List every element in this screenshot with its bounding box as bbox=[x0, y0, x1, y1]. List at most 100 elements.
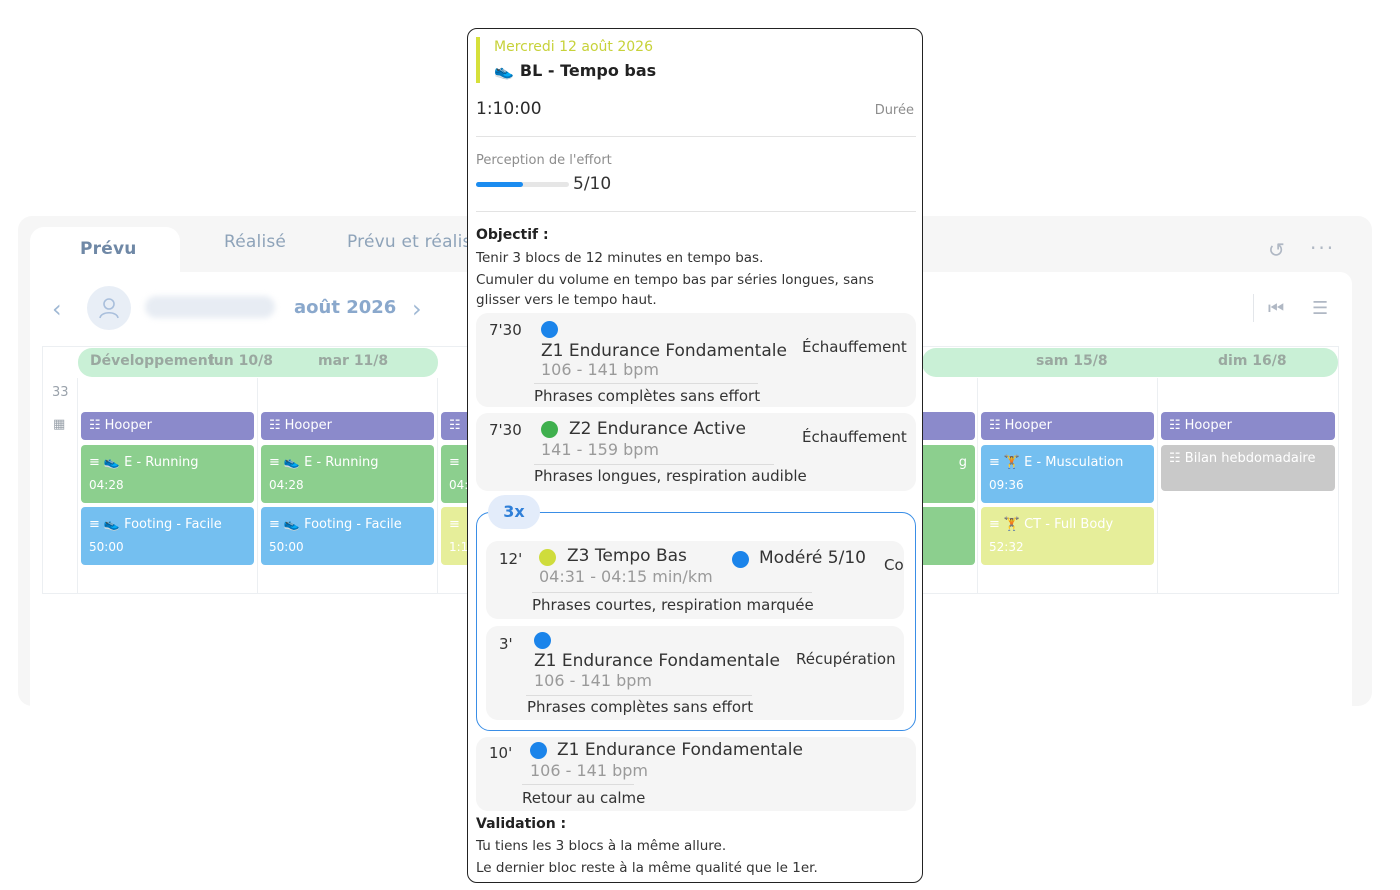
undo-icon[interactable]: ↺ bbox=[1268, 238, 1285, 262]
step-range: 106 - 141 bpm bbox=[541, 360, 660, 379]
session-card[interactable]: ≡ 👟 Footing - Facile 50:00 bbox=[81, 507, 254, 565]
session-card[interactable]: g bbox=[918, 445, 975, 503]
step-zone: Z2 Endurance Active bbox=[569, 419, 746, 439]
step-type: Échauffement bbox=[802, 338, 907, 356]
avatar[interactable] bbox=[87, 286, 131, 330]
card-title: E - Running bbox=[304, 455, 379, 470]
hooper-card[interactable]: ☷ Hooper bbox=[261, 412, 434, 440]
chart-icon: ≡ bbox=[269, 455, 280, 470]
card-duration: 50:00 bbox=[89, 540, 124, 554]
card-title: Footing - Facile bbox=[304, 517, 402, 532]
card-title: E - Musculation bbox=[1024, 455, 1124, 470]
duration-label: Durée bbox=[874, 103, 914, 118]
phase-label: Développement bbox=[90, 353, 215, 369]
session-card[interactable]: ≡ 🏋 E - Musculation 09:36 bbox=[981, 445, 1154, 503]
day-header: lun 10/8 bbox=[209, 353, 273, 369]
skip-back-icon[interactable]: ⏮ bbox=[1268, 298, 1284, 319]
workout-step[interactable]: 10' Z1 Endurance Fondamentale 106 - 141 … bbox=[476, 737, 916, 811]
card-duration: 52:32 bbox=[989, 540, 1024, 554]
objective-text: Cumuler du volume en tempo bas par série… bbox=[476, 272, 874, 308]
tab-planned[interactable]: Prévu bbox=[30, 227, 180, 277]
card-title: Hooper bbox=[104, 418, 152, 433]
tab-planned-and-done[interactable]: Prévu et réalisé bbox=[347, 232, 482, 252]
filter-icon[interactable]: ☰ bbox=[1312, 298, 1328, 319]
card-title: Hooper bbox=[284, 418, 332, 433]
session-card[interactable]: ≡ 👟 E - Running 04:28 bbox=[81, 445, 254, 503]
session-card[interactable] bbox=[918, 507, 975, 565]
hooper-card[interactable]: ☷ Hooper bbox=[981, 412, 1154, 440]
card-title: CT - Full Body bbox=[1024, 517, 1114, 532]
user-icon bbox=[99, 298, 119, 319]
card-title: Bilan hebdomadaire bbox=[1184, 451, 1316, 466]
session-card[interactable]: ≡ 🏋 CT - Full Body 52:32 bbox=[981, 507, 1154, 565]
weekly-review-card[interactable]: ☷ Bilan hebdomadaire bbox=[1161, 445, 1335, 491]
checklist-icon: ☷ bbox=[89, 418, 101, 433]
grid-line bbox=[1157, 378, 1158, 594]
step-type: Co bbox=[884, 556, 904, 574]
card-duration: 09:36 bbox=[989, 478, 1024, 492]
session-card[interactable]: ≡ 👟 Footing - Facile 50:00 bbox=[261, 507, 434, 565]
step-range: 141 - 159 bpm bbox=[541, 440, 660, 459]
step-duration: 10' bbox=[489, 744, 513, 762]
card-title: Hooper bbox=[1184, 418, 1232, 433]
session-card[interactable]: ≡ 👟 E - Running 04:28 bbox=[261, 445, 434, 503]
perception-bar-fill bbox=[476, 182, 523, 187]
divider bbox=[532, 592, 812, 593]
zone-dot bbox=[541, 321, 558, 338]
card-title: E - Running bbox=[124, 455, 199, 470]
repeat-count-badge: 3x bbox=[488, 495, 540, 529]
dumbbell-icon: 🏋 bbox=[1003, 455, 1021, 470]
grid-line bbox=[977, 378, 978, 594]
hooper-card[interactable]: ☷ Hooper bbox=[81, 412, 254, 440]
checklist-icon: ☷ bbox=[1169, 418, 1181, 433]
intensity-dot bbox=[732, 551, 749, 568]
perception-label: Perception de l'effort bbox=[476, 153, 612, 168]
prev-month-icon[interactable]: ‹ bbox=[52, 295, 62, 323]
tab-done[interactable]: Réalisé bbox=[224, 232, 286, 252]
chart-icon: ≡ bbox=[269, 517, 280, 532]
step-zone: Z1 Endurance Fondamentale bbox=[541, 341, 787, 361]
next-month-icon[interactable]: › bbox=[412, 295, 422, 323]
session-title: 👟 BL - Tempo bas bbox=[494, 61, 656, 80]
session-title-text: BL - Tempo bas bbox=[519, 61, 657, 80]
dumbbell-icon: 🏋 bbox=[1003, 517, 1021, 532]
card-title: Hooper bbox=[1004, 418, 1052, 433]
step-duration: 7'30 bbox=[489, 421, 522, 439]
shoe-icon: 👟 bbox=[103, 517, 121, 532]
shoe-icon: 👟 bbox=[283, 517, 301, 532]
shoe-icon: 👟 bbox=[103, 455, 121, 470]
step-type: Récupération bbox=[796, 650, 896, 668]
step-range: 106 - 141 bpm bbox=[530, 761, 649, 780]
chart-icon: ≡ bbox=[989, 517, 1000, 532]
step-note: Phrases longues, respiration audible bbox=[534, 467, 807, 485]
divider bbox=[476, 136, 916, 137]
checklist-icon: ☷ bbox=[269, 418, 281, 433]
session-duration: 1:10:00 bbox=[476, 99, 542, 119]
step-note: Phrases complètes sans effort bbox=[527, 698, 754, 716]
step-intensity: Modéré 5/10 bbox=[759, 548, 866, 568]
divider bbox=[534, 464, 774, 465]
session-color-bar bbox=[476, 37, 480, 83]
more-icon[interactable]: ··· bbox=[1310, 236, 1335, 260]
validation-text: Tu tiens les 3 blocs à la même allure. bbox=[476, 838, 727, 854]
step-duration: 3' bbox=[499, 635, 513, 653]
toolbar-divider bbox=[1253, 294, 1254, 322]
card-title: g bbox=[958, 455, 967, 470]
workout-step[interactable]: 7'30 Z1 Endurance Fondamentale Échauffem… bbox=[476, 313, 916, 407]
chart-icon: ≡ bbox=[989, 455, 1000, 470]
card-duration: 50:00 bbox=[269, 540, 304, 554]
hooper-card[interactable] bbox=[918, 412, 975, 440]
athlete-name-blurred bbox=[145, 296, 275, 318]
perception-bar bbox=[476, 182, 569, 187]
workout-step[interactable]: 7'30 Z2 Endurance Active Échauffement 14… bbox=[476, 413, 916, 491]
checklist-icon: ☷ bbox=[449, 418, 461, 433]
card-duration: 04:28 bbox=[89, 478, 124, 492]
grid-line bbox=[257, 378, 258, 594]
step-note: Retour au calme bbox=[522, 789, 646, 807]
workout-step[interactable]: 3' Z1 Endurance Fondamentale Récupératio… bbox=[486, 626, 904, 720]
hooper-card[interactable]: ☷ Hooper bbox=[1161, 412, 1335, 440]
objective-heading: Objectif : bbox=[476, 227, 549, 243]
perception-value: 5/10 bbox=[573, 174, 612, 194]
workout-step[interactable]: 12' Z3 Tempo Bas Modéré 5/10 Co 04:31 - … bbox=[486, 541, 904, 619]
step-range: 106 - 141 bpm bbox=[534, 671, 653, 690]
